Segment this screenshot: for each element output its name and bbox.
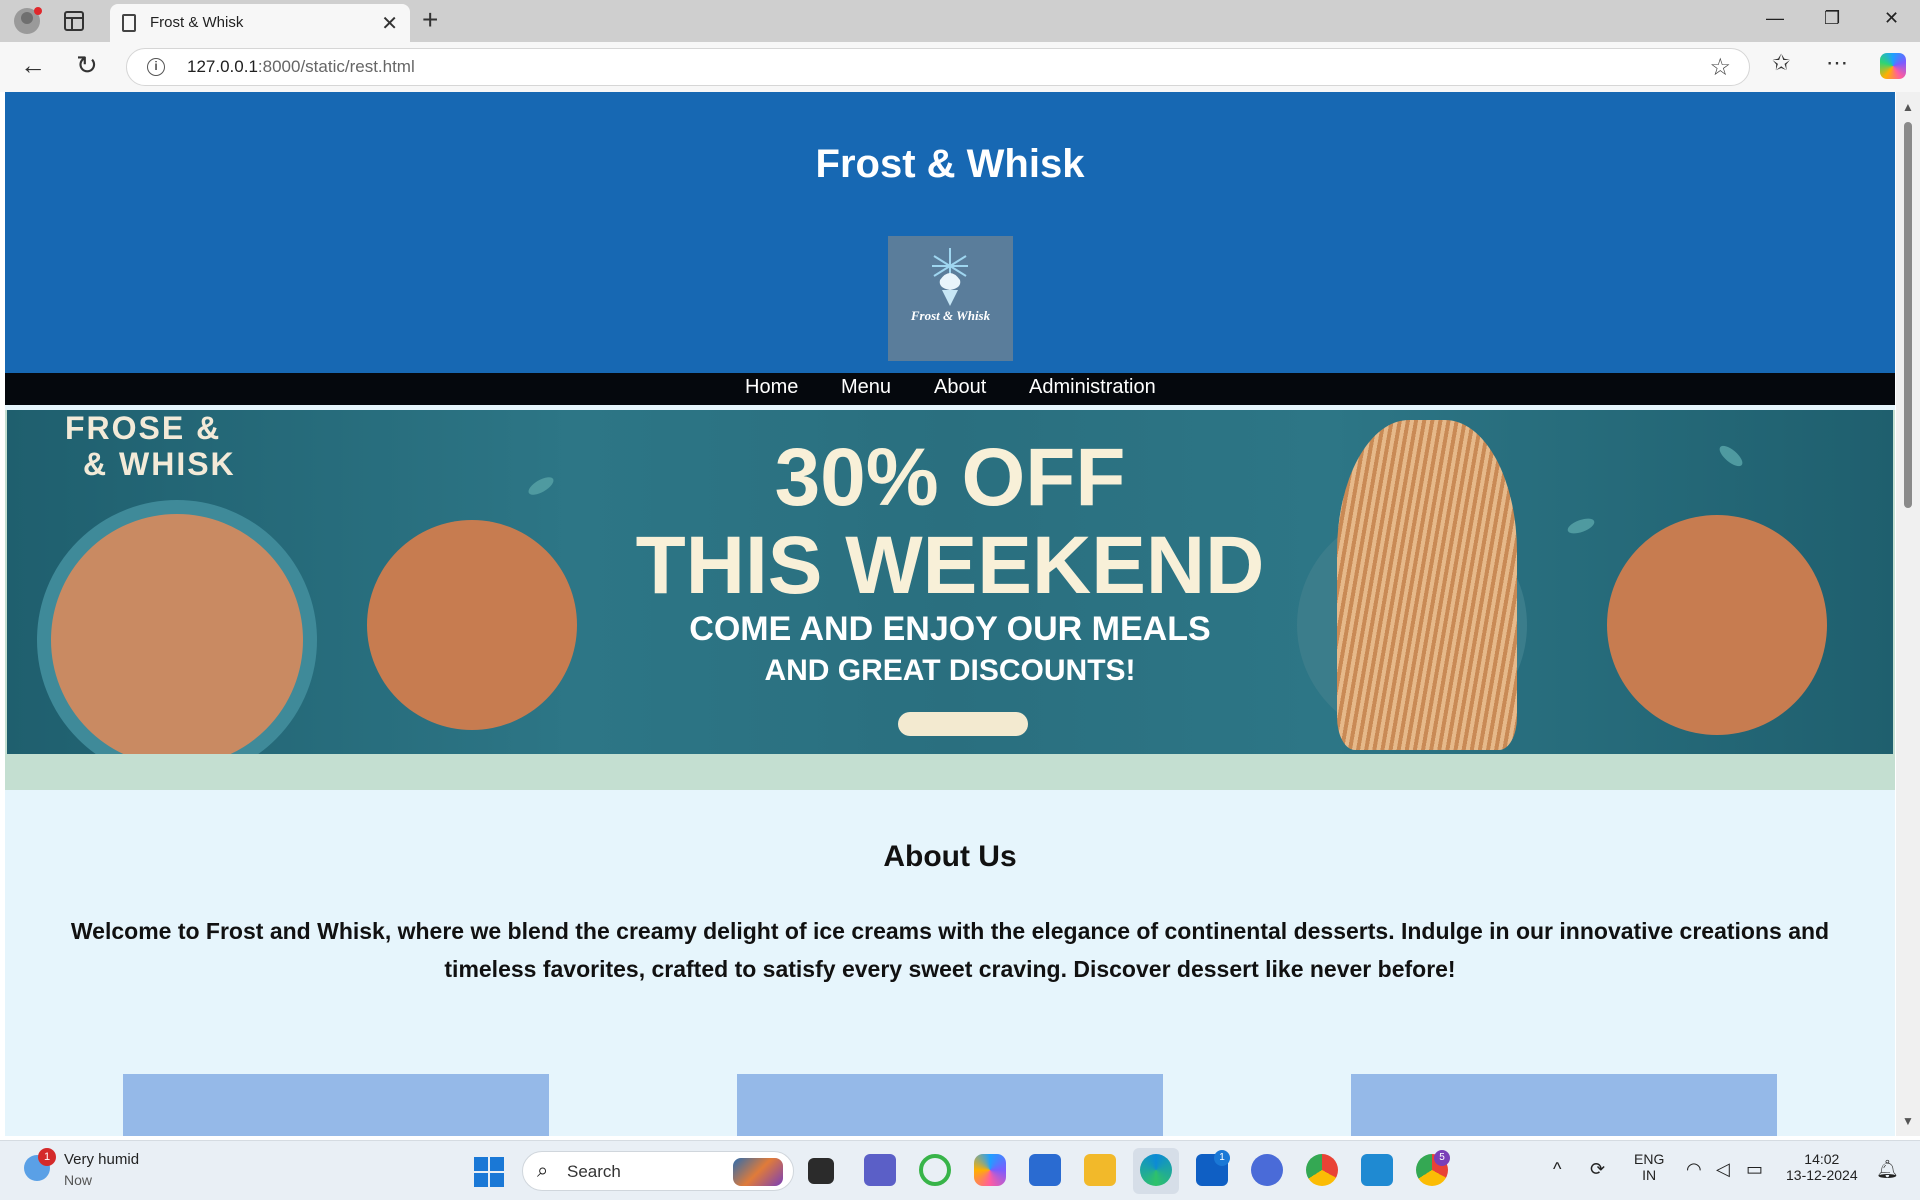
restore-button[interactable]: ❐ xyxy=(1824,8,1840,29)
taskbar-search[interactable]: ⌕ Search xyxy=(522,1151,794,1191)
feature-card xyxy=(1351,1074,1777,1136)
weather-title[interactable]: Very humid xyxy=(64,1151,139,1168)
chrome-icon[interactable] xyxy=(1306,1154,1338,1186)
vscode-icon[interactable] xyxy=(1361,1154,1393,1186)
main-navigation: Home Menu About Administration xyxy=(5,373,1895,405)
chrome-badge: 5 xyxy=(1434,1150,1450,1166)
scroll-up-icon[interactable]: ▲ xyxy=(1902,100,1914,114)
address-bar[interactable]: i 127.0.0.1:8000/static/rest.html ☆ xyxy=(126,48,1750,86)
banner-pill xyxy=(898,712,1028,736)
tab-title: Frost & Whisk xyxy=(150,14,244,31)
tab-close-icon[interactable]: ✕ xyxy=(381,11,398,36)
banner-headline: 30% OFF xyxy=(774,432,1126,523)
promo-banner: FROSE & & WHISK 30% OFF THIS WEEKEND COM… xyxy=(5,410,1895,790)
banner-headline-2: THIS WEEKEND xyxy=(635,520,1265,611)
tray-overflow-icon[interactable]: ^ xyxy=(1553,1159,1561,1180)
profile-notification-dot xyxy=(34,7,42,15)
battery-icon[interactable]: ▭ xyxy=(1746,1159,1763,1180)
scroll-down-icon[interactable]: ▼ xyxy=(1902,1114,1914,1128)
back-arrow-icon[interactable]: ← xyxy=(20,50,46,81)
file-explorer-icon[interactable] xyxy=(1084,1154,1116,1186)
copilot-icon[interactable] xyxy=(1880,53,1906,79)
site-title: Frost & Whisk xyxy=(815,142,1085,186)
more-menu-icon[interactable]: ⋯ xyxy=(1826,50,1848,76)
feature-card xyxy=(123,1074,549,1136)
task-view-icon[interactable] xyxy=(808,1158,834,1184)
logo-text: Frost & Whisk xyxy=(910,308,991,323)
search-highlight-image xyxy=(733,1158,783,1186)
windows-taskbar: 1 Very humid Now ⌕ Search 1 5 ^ ⟳ ENG IN… xyxy=(0,1140,1920,1200)
copilot-app-icon[interactable] xyxy=(974,1154,1006,1186)
site-header: Frost & Whisk Frost & Whisk xyxy=(5,92,1895,373)
nav-home[interactable]: Home xyxy=(745,376,798,399)
notification-bell-icon[interactable]: 🔔︎ xyxy=(1876,1159,1899,1180)
clock[interactable]: 14:02 13-12-2024 xyxy=(1786,1151,1858,1183)
search-label: Search xyxy=(567,1162,621,1181)
snowflake-icecream-icon xyxy=(932,248,968,306)
close-window-button[interactable]: ✕ xyxy=(1884,8,1899,29)
edge-icon[interactable] xyxy=(1140,1154,1172,1186)
weather-badge: 1 xyxy=(38,1148,56,1166)
banner-subtitle: COME AND ENJOY OUR MEALS xyxy=(689,610,1211,648)
page-viewport: Frost & Whisk Frost & Whisk Home Menu Ab… xyxy=(5,92,1895,1136)
language-line1: ENG xyxy=(1634,1151,1665,1167)
url-host: 127.0.0.1 xyxy=(187,57,258,76)
browser-titlebar: Frost & Whisk ✕ + — ❐ ✕ xyxy=(0,0,1920,42)
site-logo: Frost & Whisk xyxy=(888,236,1013,361)
favorite-star-icon[interactable]: ☆ xyxy=(1709,53,1731,82)
about-title: About Us xyxy=(883,840,1017,873)
arc-app-icon[interactable] xyxy=(1251,1154,1283,1186)
browser-toolbar: ← ↻ i 127.0.0.1:8000/static/rest.html ☆ … xyxy=(0,42,1920,92)
weather-subtitle: Now xyxy=(64,1172,93,1188)
feature-card xyxy=(737,1074,1163,1136)
nav-administration[interactable]: Administration xyxy=(1029,376,1156,399)
page-icon xyxy=(122,14,136,32)
windows-start-icon[interactable] xyxy=(474,1157,504,1187)
clock-date: 13-12-2024 xyxy=(1786,1167,1858,1183)
lens-badge: 1 xyxy=(1214,1150,1230,1166)
reload-icon[interactable]: ↻ xyxy=(76,50,98,81)
banner-subtitle-2: AND GREAT DISCOUNTS! xyxy=(764,654,1136,687)
promo-banner-image: FROSE & & WHISK 30% OFF THIS WEEKEND COM… xyxy=(7,410,1893,754)
url-text[interactable]: 127.0.0.1:8000/static/rest.html xyxy=(187,57,415,77)
favorites-icon[interactable]: ✩ xyxy=(1772,50,1790,76)
url-path: :8000/static/rest.html xyxy=(257,57,415,76)
nav-menu[interactable]: Menu xyxy=(841,376,891,399)
language-indicator[interactable]: ENG IN xyxy=(1634,1151,1664,1183)
nav-about[interactable]: About xyxy=(934,376,986,399)
minimize-button[interactable]: — xyxy=(1766,8,1784,29)
language-line2: IN xyxy=(1642,1167,1657,1183)
tab-actions-icon[interactable] xyxy=(64,11,84,31)
clock-time: 14:02 xyxy=(1804,1151,1840,1167)
wifi-icon[interactable]: ◠ xyxy=(1686,1159,1702,1180)
page-scrollbar[interactable]: ▲ ▼ xyxy=(1896,92,1920,1136)
search-icon: ⌕ xyxy=(537,1160,549,1182)
teams-icon[interactable] xyxy=(864,1154,896,1186)
volume-icon[interactable]: ◁ xyxy=(1716,1159,1730,1180)
new-tab-icon[interactable]: + xyxy=(422,4,438,36)
site-info-icon[interactable]: i xyxy=(147,58,165,76)
about-text: Welcome to Frost and Whisk, where we ble… xyxy=(70,918,1830,982)
sync-icon[interactable]: ⟳ xyxy=(1590,1159,1605,1180)
refresh-app-icon[interactable] xyxy=(919,1154,951,1186)
store-icon[interactable] xyxy=(1029,1154,1061,1186)
browser-tab[interactable]: Frost & Whisk ✕ xyxy=(110,4,410,42)
scroll-thumb[interactable] xyxy=(1904,122,1912,508)
